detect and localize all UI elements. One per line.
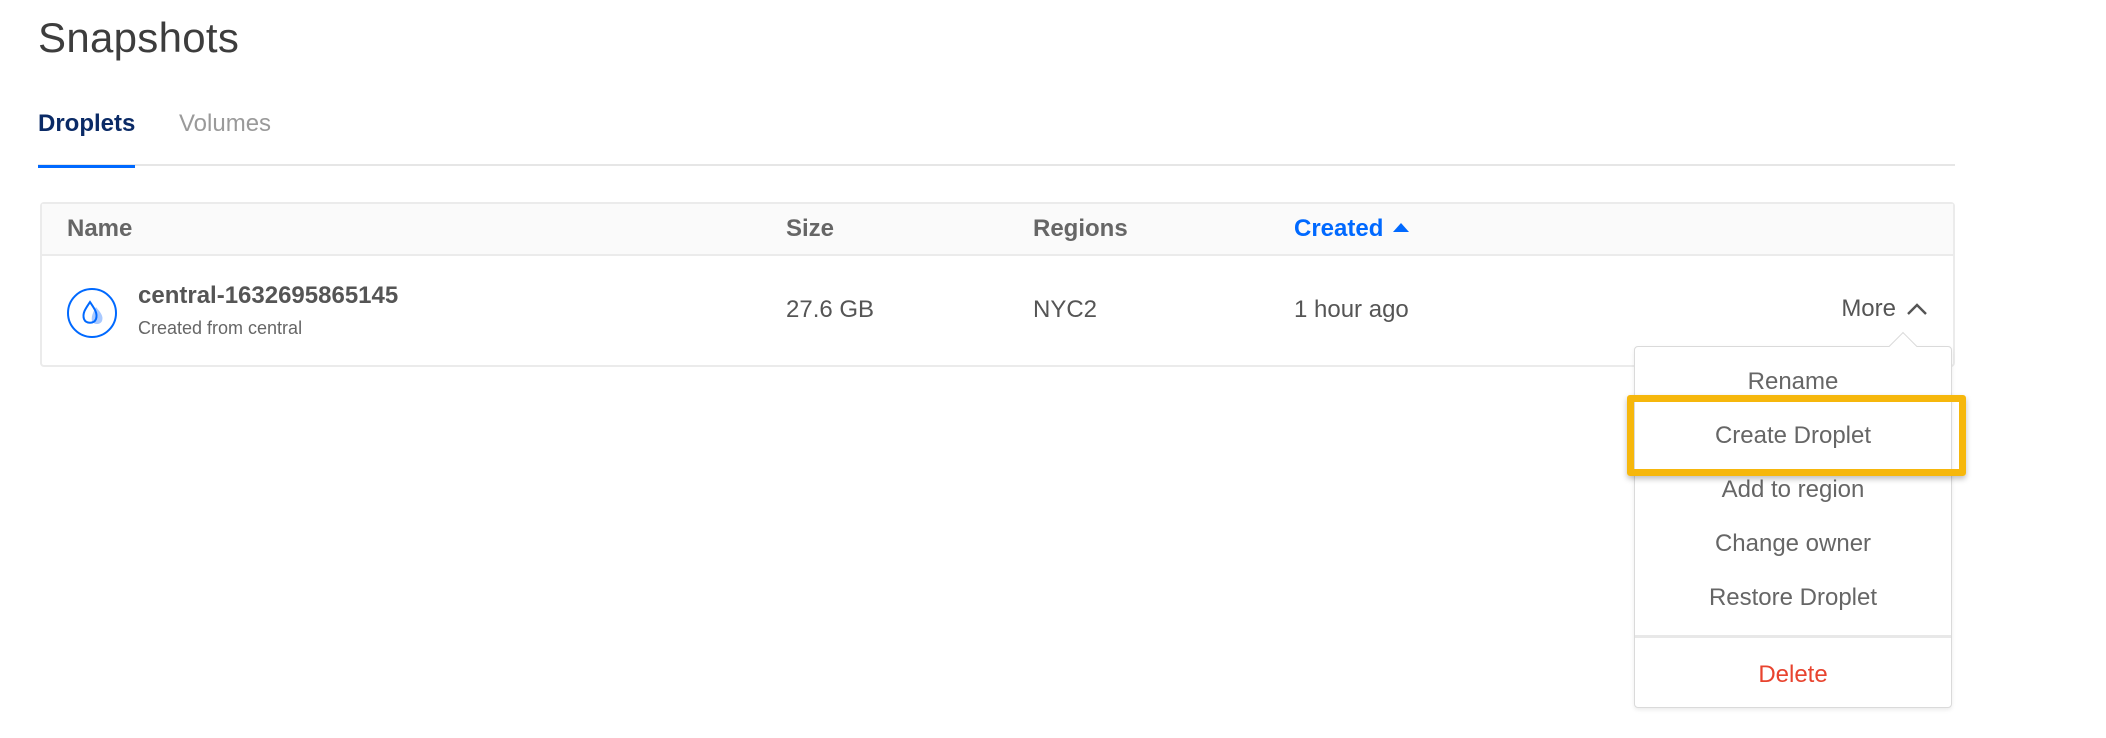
menu-item-change-owner[interactable]: Change owner (1635, 517, 1951, 571)
menu-item-delete[interactable]: Delete (1635, 648, 1951, 702)
snapshot-region: NYC2 (1033, 296, 1098, 323)
menu-item-create-droplet[interactable]: Create Droplet (1635, 409, 1951, 463)
column-header-name: Name (67, 215, 133, 242)
droplet-icon (67, 288, 117, 338)
tab-volumes[interactable]: Volumes (179, 106, 271, 166)
menu-item-rename[interactable]: Rename (1635, 355, 1951, 409)
more-dropdown-menu: Rename Create Droplet Add to region Chan… (1634, 331, 1952, 708)
snapshot-created: 1 hour ago (1294, 296, 1409, 323)
column-header-created-label: Created (1294, 215, 1384, 242)
column-header-regions: Regions (1033, 215, 1128, 242)
column-header-size: Size (786, 215, 835, 242)
snapshot-name[interactable]: central-1632695865145 (138, 282, 398, 310)
column-header-created[interactable]: Created (1294, 204, 1410, 254)
more-button-label: More (1841, 295, 1896, 322)
page-title: Snapshots (38, 14, 240, 61)
snapshots-table: Name Size Regions Created central-163269… (40, 202, 1955, 367)
snapshots-page: Snapshots Droplets Volumes Name Size Reg… (0, 0, 2106, 738)
chevron-up-icon (1907, 303, 1927, 315)
snapshot-size: 27.6 GB (786, 296, 875, 323)
more-button[interactable]: More (1841, 292, 1928, 326)
snapshot-tabs: Droplets Volumes (38, 106, 1955, 168)
snapshot-source: Created from central (138, 318, 303, 338)
tab-droplets[interactable]: Droplets (38, 106, 136, 168)
menu-item-add-to-region[interactable]: Add to region (1635, 463, 1951, 517)
menu-divider (1635, 635, 1951, 638)
sort-ascending-icon (1393, 223, 1410, 232)
table-header: Name Size Regions Created (42, 204, 1953, 256)
menu-item-restore-droplet[interactable]: Restore Droplet (1635, 571, 1951, 625)
